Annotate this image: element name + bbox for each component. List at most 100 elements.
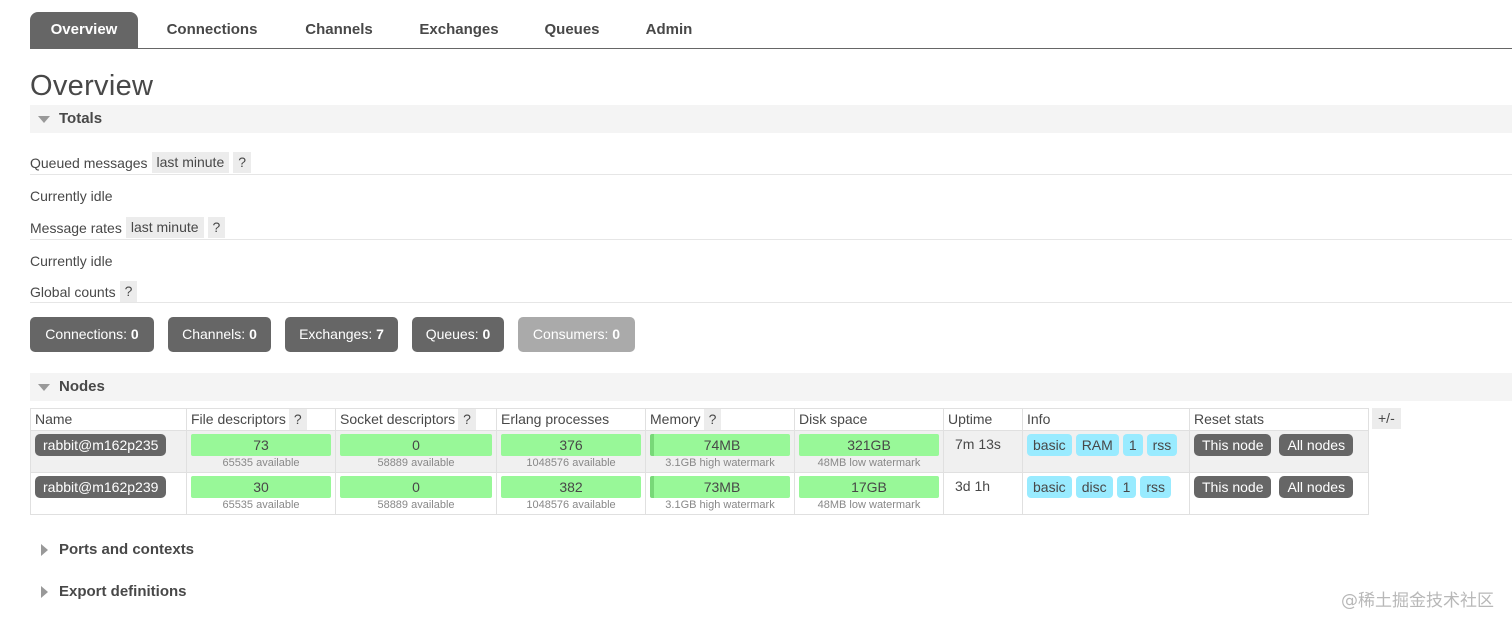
info-tag-count[interactable]: 1 <box>1116 476 1137 498</box>
queued-messages-status: Currently idle <box>30 188 113 204</box>
tab-exchanges[interactable]: Exchanges <box>404 12 514 48</box>
column-header-socket-descriptors[interactable]: Socket descriptors? <box>335 408 497 431</box>
nodes-section-toggle[interactable]: Nodes <box>30 373 1512 401</box>
memory-bar: 74MB <box>650 434 790 456</box>
reset-this-node-button[interactable]: This node <box>1194 476 1272 498</box>
global-counts-label: Global counts <box>30 284 116 300</box>
consumers-count-button[interactable]: Consumers: 0 <box>518 317 635 352</box>
channels-count-value: 0 <box>249 326 257 342</box>
page-title: Overview <box>30 70 154 102</box>
tab-admin[interactable]: Admin <box>630 12 708 48</box>
info-tag-basic[interactable]: basic <box>1027 476 1072 498</box>
tab-overview[interactable]: Overview <box>30 12 138 48</box>
ports-and-contexts-title: Ports and contexts <box>59 541 195 558</box>
divider <box>30 302 1512 303</box>
queues-count-label: Queues: <box>425 326 479 342</box>
ports-and-contexts-section-toggle[interactable]: Ports and contexts <box>30 536 1512 564</box>
node-name-link[interactable]: rabbit@m162p239 <box>35 476 167 498</box>
erlang-processes-bar: 382 <box>501 476 641 498</box>
queued-messages-label: Queued messages <box>30 155 148 171</box>
file-descriptors-help-button[interactable]: ? <box>288 409 307 430</box>
reset-all-nodes-button[interactable]: All nodes <box>1279 434 1354 456</box>
connections-count-label: Connections: <box>45 326 128 342</box>
exchanges-count-value: 7 <box>376 326 384 342</box>
totals-section-toggle[interactable]: Totals <box>30 105 1512 133</box>
connections-count-button[interactable]: Connections: 0 <box>30 317 154 352</box>
memory-help-button[interactable]: ? <box>703 409 722 430</box>
table-row: rabbit@m162p235 73 65535 available 0 58889… <box>30 430 1369 473</box>
file-descriptors-bar: 30 <box>191 476 331 498</box>
message-rates-label: Message rates <box>30 220 122 236</box>
global-counts-heading: Global counts? <box>30 281 138 303</box>
message-rates-range-selector[interactable]: last minute <box>125 217 204 238</box>
table-header-row: Name File descriptors? Socket descriptor… <box>30 408 1369 431</box>
column-header-info[interactable]: Info <box>1022 408 1190 431</box>
info-tag-disc[interactable]: disc <box>1075 476 1113 498</box>
queues-count-value: 0 <box>482 326 491 342</box>
tab-channels[interactable]: Channels <box>292 12 386 48</box>
totals-section-title: Totals <box>59 110 103 127</box>
exchanges-count-button[interactable]: Exchanges: 7 <box>285 317 398 352</box>
reset-this-node-button[interactable]: This node <box>1194 434 1272 456</box>
exchanges-count-label: Exchanges: <box>299 326 373 342</box>
queued-messages-range-selector[interactable]: last minute <box>151 152 230 173</box>
disk-space-bar: 17GB <box>799 476 939 498</box>
file-descriptors-bar: 73 <box>191 434 331 456</box>
erlang-processes-available: 1048576 available <box>526 499 616 511</box>
column-header-reset-stats[interactable]: Reset stats <box>1189 408 1369 431</box>
disk-space-watermark: 48MB low watermark <box>817 499 921 511</box>
queues-count-button[interactable]: Queues: 0 <box>412 317 504 352</box>
queued-messages-help-button[interactable]: ? <box>233 152 252 173</box>
socket-descriptors-help-button[interactable]: ? <box>458 409 476 430</box>
connections-count-value: 0 <box>130 326 139 342</box>
column-header-file-descriptors[interactable]: File descriptors? <box>186 408 336 431</box>
info-tag-ram[interactable]: RAM <box>1075 434 1119 456</box>
memory-bar: 73MB <box>650 476 790 498</box>
node-name-link[interactable]: rabbit@m162p235 <box>35 434 167 456</box>
divider <box>30 174 1512 175</box>
uptime-value: 3d 1h <box>955 478 991 494</box>
memory-watermark: 3.1GB high watermark <box>665 499 775 511</box>
consumers-count-label: Consumers: <box>532 326 609 342</box>
columns-toggle-button[interactable]: +/- <box>1372 408 1401 429</box>
table-row: rabbit@m162p239 30 65535 available 0 58889… <box>30 472 1369 515</box>
message-rates-heading: Message rates last minute? <box>30 217 226 239</box>
socket-descriptors-bar: 0 <box>340 476 492 498</box>
tab-queues[interactable]: Queues <box>532 12 612 48</box>
message-rates-help-button[interactable]: ? <box>207 217 226 238</box>
socket-descriptors-bar: 0 <box>340 434 492 456</box>
socket-descriptors-available: 58889 available <box>377 499 455 511</box>
caret-right-icon <box>41 544 48 556</box>
nodes-section-title: Nodes <box>59 378 105 395</box>
memory-watermark: 3.1GB high watermark <box>665 457 775 469</box>
file-descriptors-available: 65535 available <box>222 457 300 469</box>
watermark-text: @稀土掘金技术社区 <box>1341 591 1494 611</box>
global-counts-help-button[interactable]: ? <box>119 281 138 302</box>
reset-all-nodes-button[interactable]: All nodes <box>1279 476 1354 498</box>
disk-space-watermark: 48MB low watermark <box>817 457 921 469</box>
disk-space-bar: 321GB <box>799 434 939 456</box>
info-tag-rss[interactable]: rss <box>1140 476 1172 498</box>
socket-descriptors-available: 58889 available <box>377 457 455 469</box>
consumers-count-value: 0 <box>612 326 621 342</box>
queued-messages-heading: Queued messages last minute? <box>30 152 252 174</box>
erlang-processes-bar: 376 <box>501 434 641 456</box>
column-header-name[interactable]: Name <box>30 408 187 431</box>
caret-right-icon <box>41 586 48 598</box>
column-header-erlang-processes[interactable]: Erlang processes <box>496 408 646 431</box>
message-rates-status: Currently idle <box>30 253 113 269</box>
file-descriptors-available: 65535 available <box>222 499 300 511</box>
channels-count-button[interactable]: Channels: 0 <box>168 317 271 352</box>
erlang-processes-available: 1048576 available <box>526 457 616 469</box>
info-tag-rss[interactable]: rss <box>1146 434 1178 456</box>
info-tag-basic[interactable]: basic <box>1027 434 1072 456</box>
column-header-uptime[interactable]: Uptime <box>943 408 1023 431</box>
info-tag-count[interactable]: 1 <box>1122 434 1143 456</box>
tab-connections[interactable]: Connections <box>148 12 276 48</box>
column-header-memory[interactable]: Memory? <box>645 408 795 431</box>
export-definitions-section-toggle[interactable]: Export definitions <box>30 578 1512 606</box>
divider <box>30 239 1512 240</box>
channels-count-label: Channels: <box>182 326 246 342</box>
nodes-table: Name File descriptors? Socket descriptor… <box>30 408 1369 515</box>
column-header-disk-space[interactable]: Disk space <box>794 408 944 431</box>
